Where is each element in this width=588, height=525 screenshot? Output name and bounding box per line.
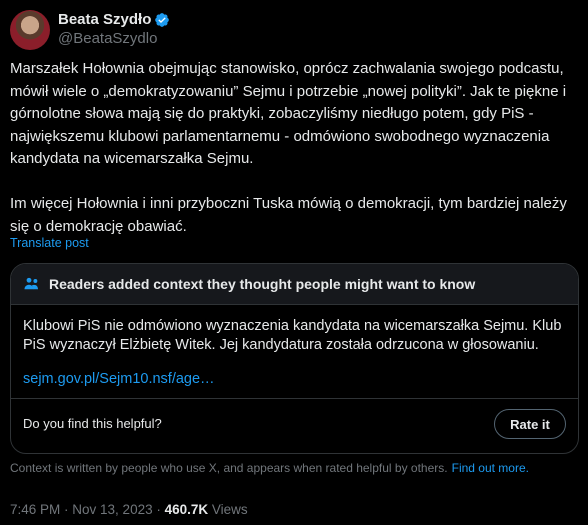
tweet-meta: 7:46 PM · Nov 13, 2023 · 460.7K Views: [10, 502, 248, 517]
rate-it-button[interactable]: Rate it: [494, 409, 566, 439]
community-note-title: Readers added context they thought peopl…: [49, 276, 476, 292]
people-icon: [24, 277, 38, 290]
meta-separator: ·: [60, 502, 73, 517]
community-note-header: Readers added context they thought peopl…: [11, 264, 578, 305]
tweet-header: Beata Szydło @BeataSzydlo: [10, 10, 170, 50]
context-footer: Context is written by people who use X, …: [10, 461, 529, 475]
author-handle[interactable]: @BeataSzydlo: [58, 29, 170, 49]
avatar[interactable]: [10, 10, 50, 50]
context-footer-text: Context is written by people who use X, …: [10, 461, 448, 475]
name-row: Beata Szydło: [58, 11, 170, 29]
meta-separator-2: ·: [152, 502, 165, 517]
community-note: Readers added context they thought peopl…: [10, 263, 579, 454]
community-note-body: Klubowi PiS nie odmówiono wyznaczenia ka…: [23, 318, 562, 353]
tweet-date[interactable]: Nov 13, 2023: [72, 502, 152, 517]
tweet-time[interactable]: 7:46 PM: [10, 502, 60, 517]
translate-post-link[interactable]: Translate post: [10, 236, 89, 250]
find-out-more-link[interactable]: Find out more.: [452, 461, 529, 475]
views-label: Views: [211, 502, 248, 517]
verified-badge-icon[interactable]: [154, 12, 170, 28]
community-note-divider: [11, 398, 578, 399]
tweet-text: Marszałek Hołownia obejmując stanowisko,…: [10, 60, 567, 235]
author-display-name[interactable]: Beata Szydło: [58, 11, 151, 29]
helpful-question: Do you find this helpful?: [23, 416, 162, 431]
community-note-source-link[interactable]: sejm.gov.pl/Sejm10.nsf/age…: [23, 371, 215, 387]
author-names: Beata Szydło @BeataSzydlo: [58, 11, 170, 49]
views-count: 460.7K: [164, 502, 209, 517]
